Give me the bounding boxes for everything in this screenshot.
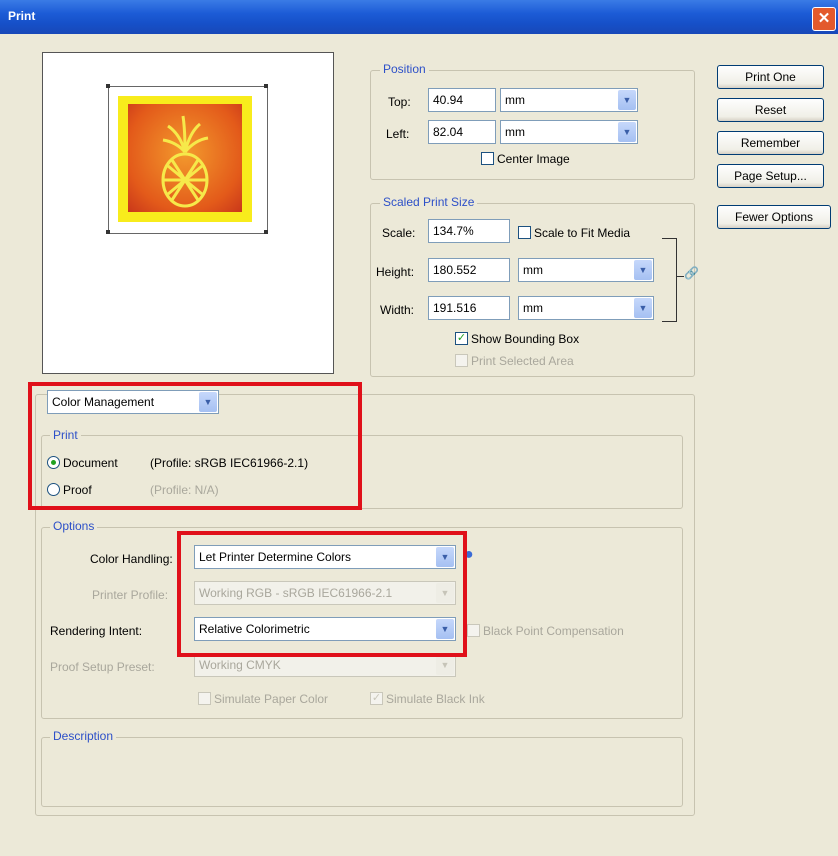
simulate-black-checkbox[interactable]: ✓: [370, 692, 383, 705]
chevron-down-icon: ▼: [634, 260, 652, 280]
left-label: Left:: [386, 127, 410, 141]
color-handling-label: Color Handling:: [90, 552, 173, 566]
description-group: [41, 737, 683, 807]
width-unit-value: mm: [523, 301, 543, 315]
height-unit-value: mm: [523, 263, 543, 277]
simulate-paper-checkbox[interactable]: [198, 692, 211, 705]
close-icon: ✕: [817, 10, 831, 27]
proof-setup-value: Working CMYK: [199, 658, 281, 672]
highlight-color-options: [177, 531, 467, 657]
aspect-bracket: [662, 238, 677, 322]
window-title: Print: [8, 9, 36, 23]
height-label: Height:: [376, 265, 415, 279]
show-bounding-box-checkbox[interactable]: ✓: [455, 332, 468, 345]
highlight-print-section: [28, 382, 362, 510]
left-unit-value: mm: [505, 125, 525, 139]
pineapple-artwork: [128, 104, 242, 212]
resize-handle-top-left[interactable]: [106, 84, 110, 88]
print-selected-area-checkbox[interactable]: [455, 354, 468, 367]
width-label: Width:: [380, 303, 415, 317]
title-bar: Print ✕: [0, 0, 838, 34]
pineapple-icon: [161, 115, 209, 208]
resize-handle-top-right[interactable]: [264, 84, 268, 88]
simulate-paper-label: Simulate Paper Color: [214, 692, 329, 706]
print-selected-area-label: Print Selected Area: [471, 354, 574, 368]
chevron-down-icon: ▼: [618, 122, 636, 142]
printer-profile-label: Printer Profile:: [92, 588, 169, 602]
simulate-black-label: Simulate Black Ink: [386, 692, 485, 706]
remember-button[interactable]: Remember: [717, 131, 824, 155]
aspect-bracket-tick: [676, 276, 684, 277]
scale-label: Scale:: [382, 226, 416, 240]
proof-setup-label: Proof Setup Preset:: [50, 660, 155, 674]
scale-to-fit-label: Scale to Fit Media: [534, 226, 631, 240]
scale-to-fit-checkbox[interactable]: [518, 226, 531, 239]
scaled-print-size-group: [370, 203, 695, 377]
top-label: Top:: [388, 95, 411, 109]
black-point-label: Black Point Compensation: [483, 624, 624, 638]
rendering-intent-label: Rendering Intent:: [50, 624, 143, 638]
height-unit-select[interactable]: mm ▼: [518, 258, 654, 282]
top-unit-value: mm: [505, 93, 525, 107]
center-image-checkbox[interactable]: [481, 152, 494, 165]
scaled-print-size-legend: Scaled Print Size: [380, 195, 478, 209]
top-input[interactable]: 40.94: [428, 88, 496, 112]
preview-image: [118, 96, 252, 222]
left-input[interactable]: 82.04: [428, 120, 496, 144]
description-legend: Description: [50, 729, 117, 743]
print-one-button[interactable]: Print One: [717, 65, 824, 89]
show-bounding-box-label: Show Bounding Box: [471, 332, 580, 346]
center-image-label: Center Image: [497, 152, 570, 166]
width-unit-select[interactable]: mm ▼: [518, 296, 654, 320]
close-button[interactable]: ✕: [812, 7, 836, 31]
top-unit-select[interactable]: mm ▼: [500, 88, 638, 112]
options-legend: Options: [50, 519, 98, 533]
black-point-checkbox[interactable]: [467, 624, 480, 637]
chevron-down-icon: ▼: [634, 298, 652, 318]
fewer-options-button[interactable]: Fewer Options: [717, 205, 831, 229]
link-icon: 🔗: [684, 266, 699, 280]
resize-handle-bottom-left[interactable]: [106, 230, 110, 234]
resize-handle-bottom-right[interactable]: [264, 230, 268, 234]
chevron-down-icon: ▼: [618, 90, 636, 110]
width-input[interactable]: 191.516: [428, 296, 510, 320]
scale-input[interactable]: 134.7%: [428, 219, 510, 243]
reset-button[interactable]: Reset: [717, 98, 824, 122]
chevron-down-icon: ▼: [436, 655, 454, 675]
page-setup-button[interactable]: Page Setup...: [717, 164, 824, 188]
left-unit-select[interactable]: mm ▼: [500, 120, 638, 144]
position-legend: Position: [380, 62, 429, 76]
height-input[interactable]: 180.552: [428, 258, 510, 282]
